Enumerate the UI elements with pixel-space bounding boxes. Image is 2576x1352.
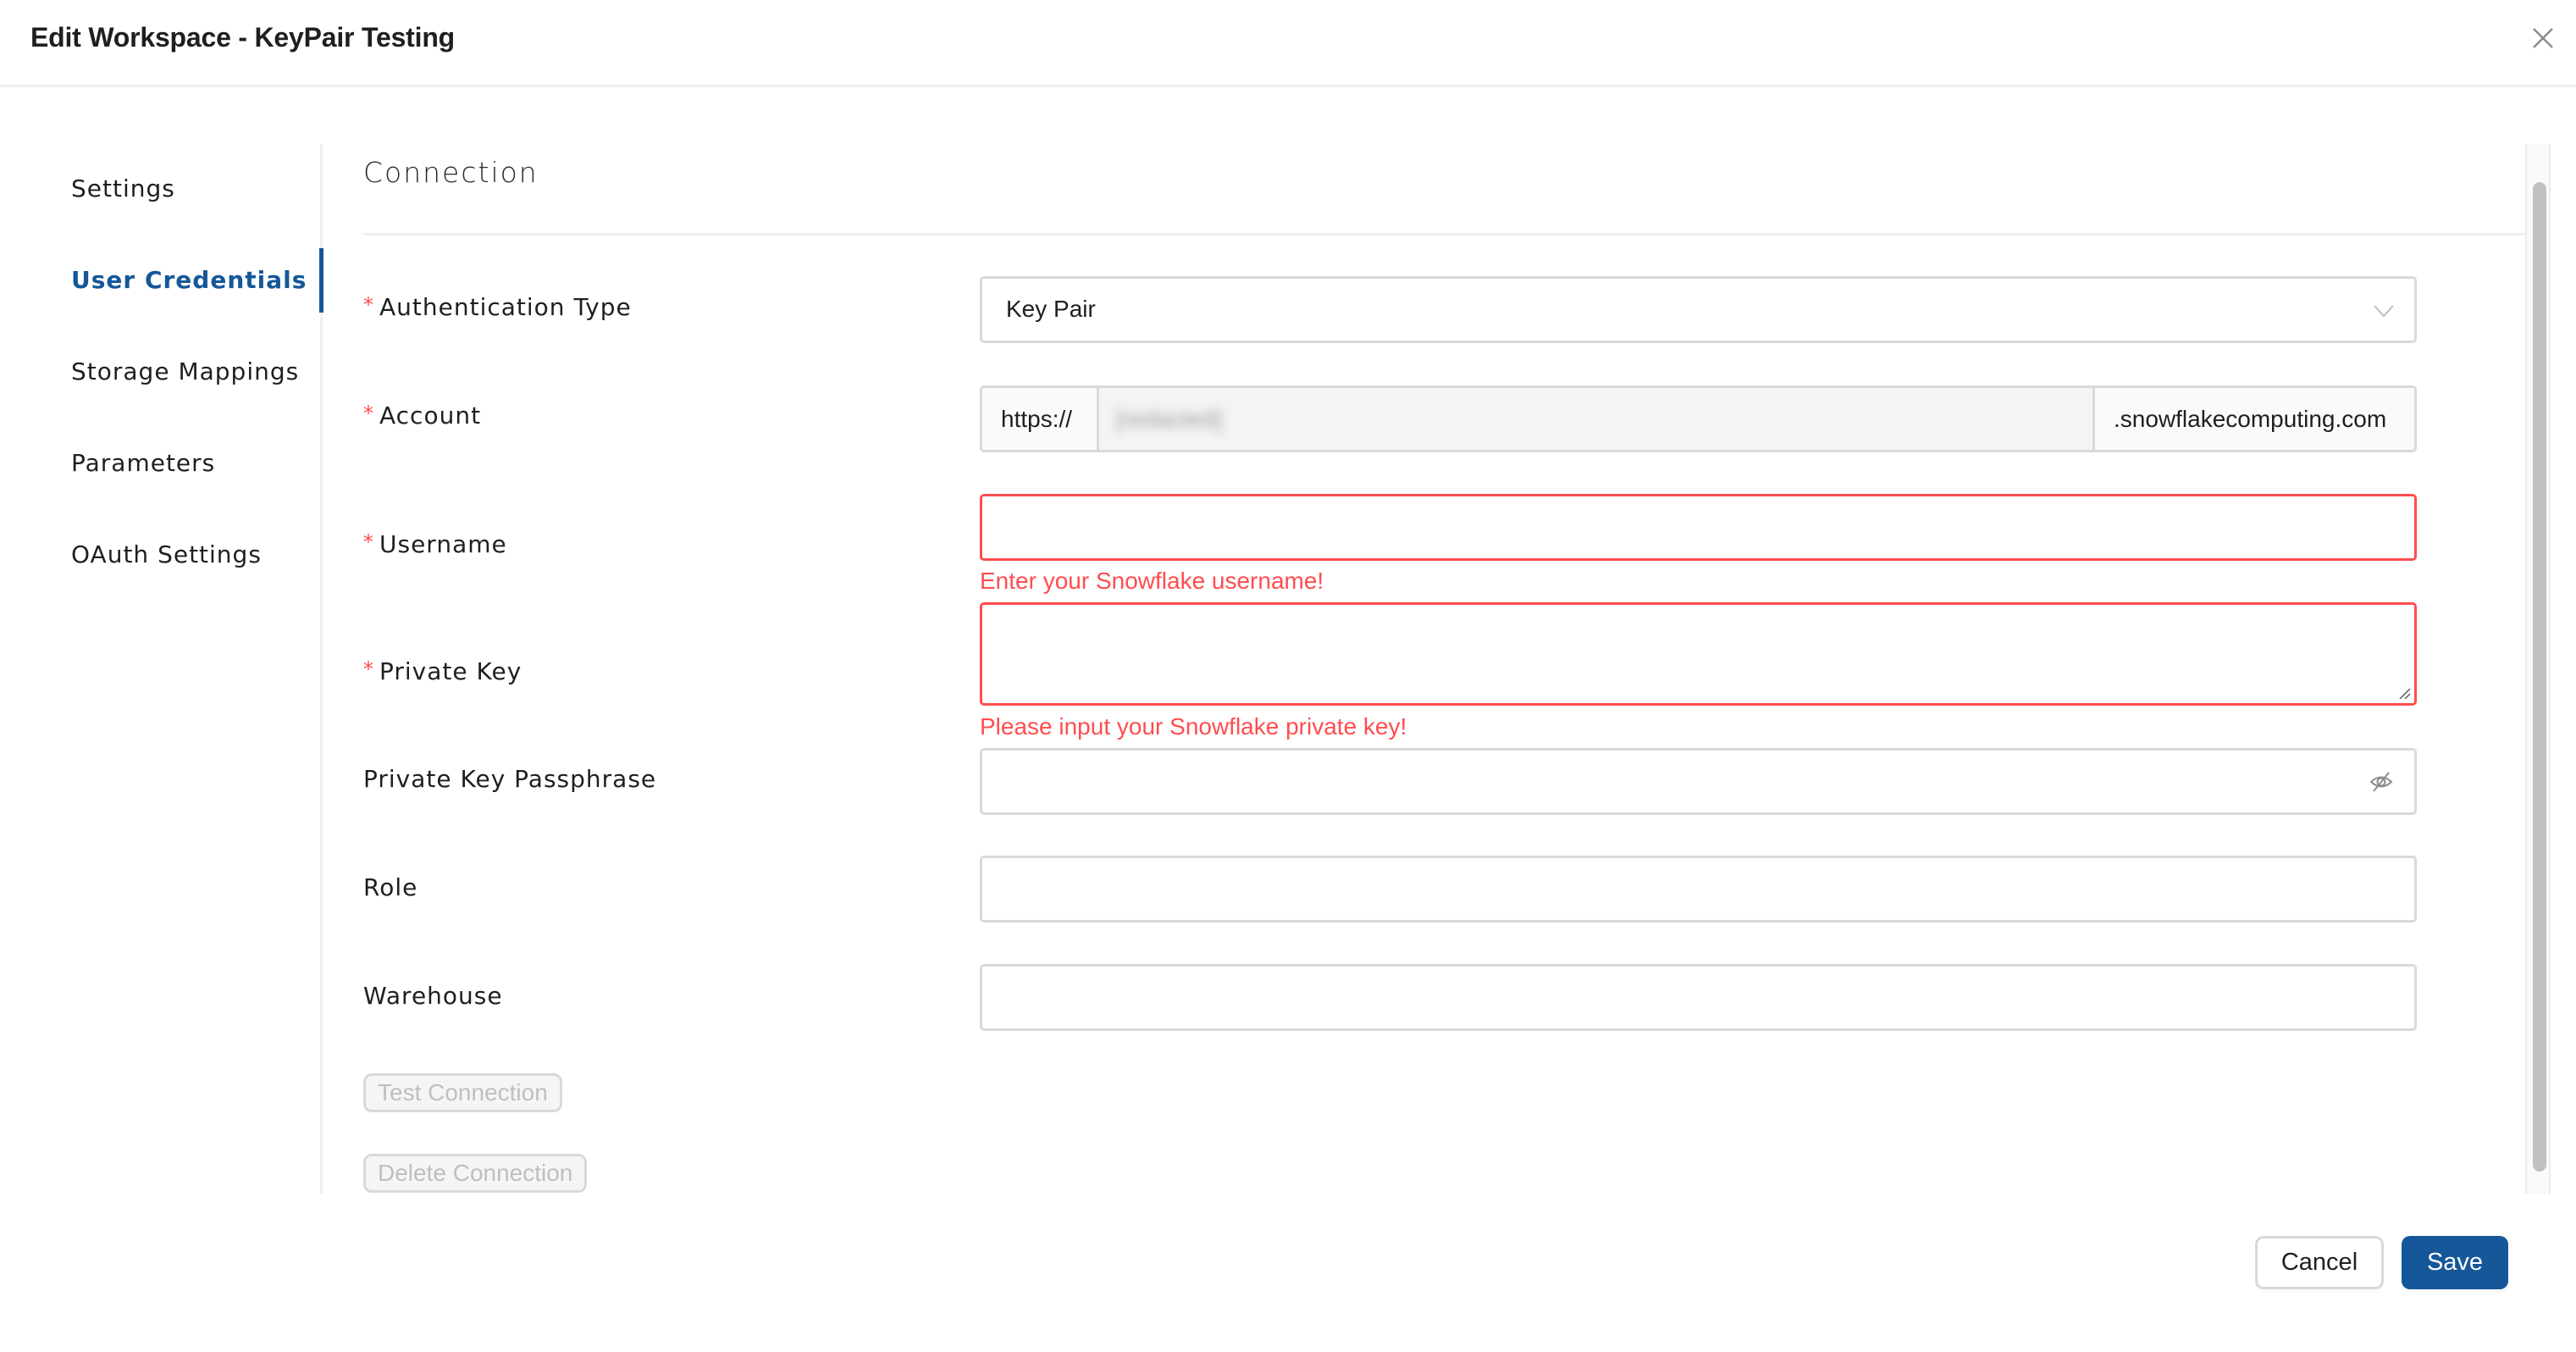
warehouse-field[interactable]: [980, 964, 2417, 1031]
role-input[interactable]: [982, 858, 2414, 920]
role-label: Role: [363, 873, 418, 901]
auth-type-value: Key Pair: [1006, 296, 1096, 322]
account-input-group: https:// [redacted] .snowflakecomputing.…: [980, 385, 2417, 452]
modal-title: Edit Workspace - KeyPair Testing: [30, 22, 456, 53]
sidebar-item-user-credentials[interactable]: User Credentials: [71, 266, 307, 294]
private-key-textarea[interactable]: [982, 605, 2414, 703]
auth-type-select[interactable]: Key Pair: [980, 276, 2417, 343]
scrollbar-thumb[interactable]: [2533, 182, 2546, 1172]
section-divider: [363, 233, 2525, 235]
test-connection-button[interactable]: Test Connection: [363, 1073, 562, 1112]
account-suffix: .snowflakecomputing.com: [2092, 388, 2414, 450]
auth-type-label: * Authentication Type: [363, 293, 632, 321]
username-label: * Username: [363, 530, 507, 558]
delete-connection-button[interactable]: Delete Connection: [363, 1154, 588, 1193]
required-marker: *: [363, 402, 374, 425]
cancel-button[interactable]: Cancel: [2255, 1236, 2384, 1289]
passphrase-label: Private Key Passphrase: [363, 765, 657, 793]
section-title: Connection: [363, 156, 539, 189]
scrollbar-track[interactable]: [2525, 144, 2551, 1194]
username-input[interactable]: [982, 496, 2414, 558]
passphrase-input[interactable]: [982, 751, 2414, 812]
required-marker: *: [363, 657, 374, 681]
private-key-field[interactable]: [980, 602, 2417, 706]
chevron-down-icon: [2374, 305, 2394, 318]
role-field[interactable]: [980, 856, 2417, 923]
private-key-error: Please input your Snowflake private key!: [980, 713, 1407, 740]
sidebar-item-settings[interactable]: Settings: [71, 175, 175, 202]
connection-form: Connection * Authentication Type Key Pair…: [323, 144, 2525, 1194]
required-marker: *: [363, 530, 374, 554]
sidebar-item-storage-mappings[interactable]: Storage Mappings: [71, 357, 299, 385]
close-button[interactable]: [2530, 25, 2556, 51]
sidebar-nav: [0, 144, 323, 1194]
account-label: * Account: [363, 402, 482, 429]
warehouse-input[interactable]: [982, 967, 2414, 1028]
username-field[interactable]: [980, 494, 2417, 561]
account-prefix: https://: [982, 388, 1099, 450]
save-button[interactable]: Save: [2402, 1236, 2508, 1289]
close-icon: [2533, 28, 2553, 48]
warehouse-label: Warehouse: [363, 982, 503, 1010]
username-error: Enter your Snowflake username!: [980, 568, 1324, 594]
eye-invisible-icon[interactable]: [2369, 769, 2394, 795]
modal-header: Edit Workspace - KeyPair Testing: [0, 0, 2576, 87]
required-marker: *: [363, 293, 374, 317]
sidebar-item-oauth-settings[interactable]: OAuth Settings: [71, 540, 262, 568]
private-key-label: * Private Key: [363, 657, 522, 685]
account-input[interactable]: [redacted]: [1099, 388, 2092, 450]
account-value: [redacted]: [1116, 405, 1222, 432]
resize-handle-icon[interactable]: [2398, 687, 2412, 701]
sidebar-item-parameters[interactable]: Parameters: [71, 449, 215, 477]
passphrase-field[interactable]: [980, 748, 2417, 815]
